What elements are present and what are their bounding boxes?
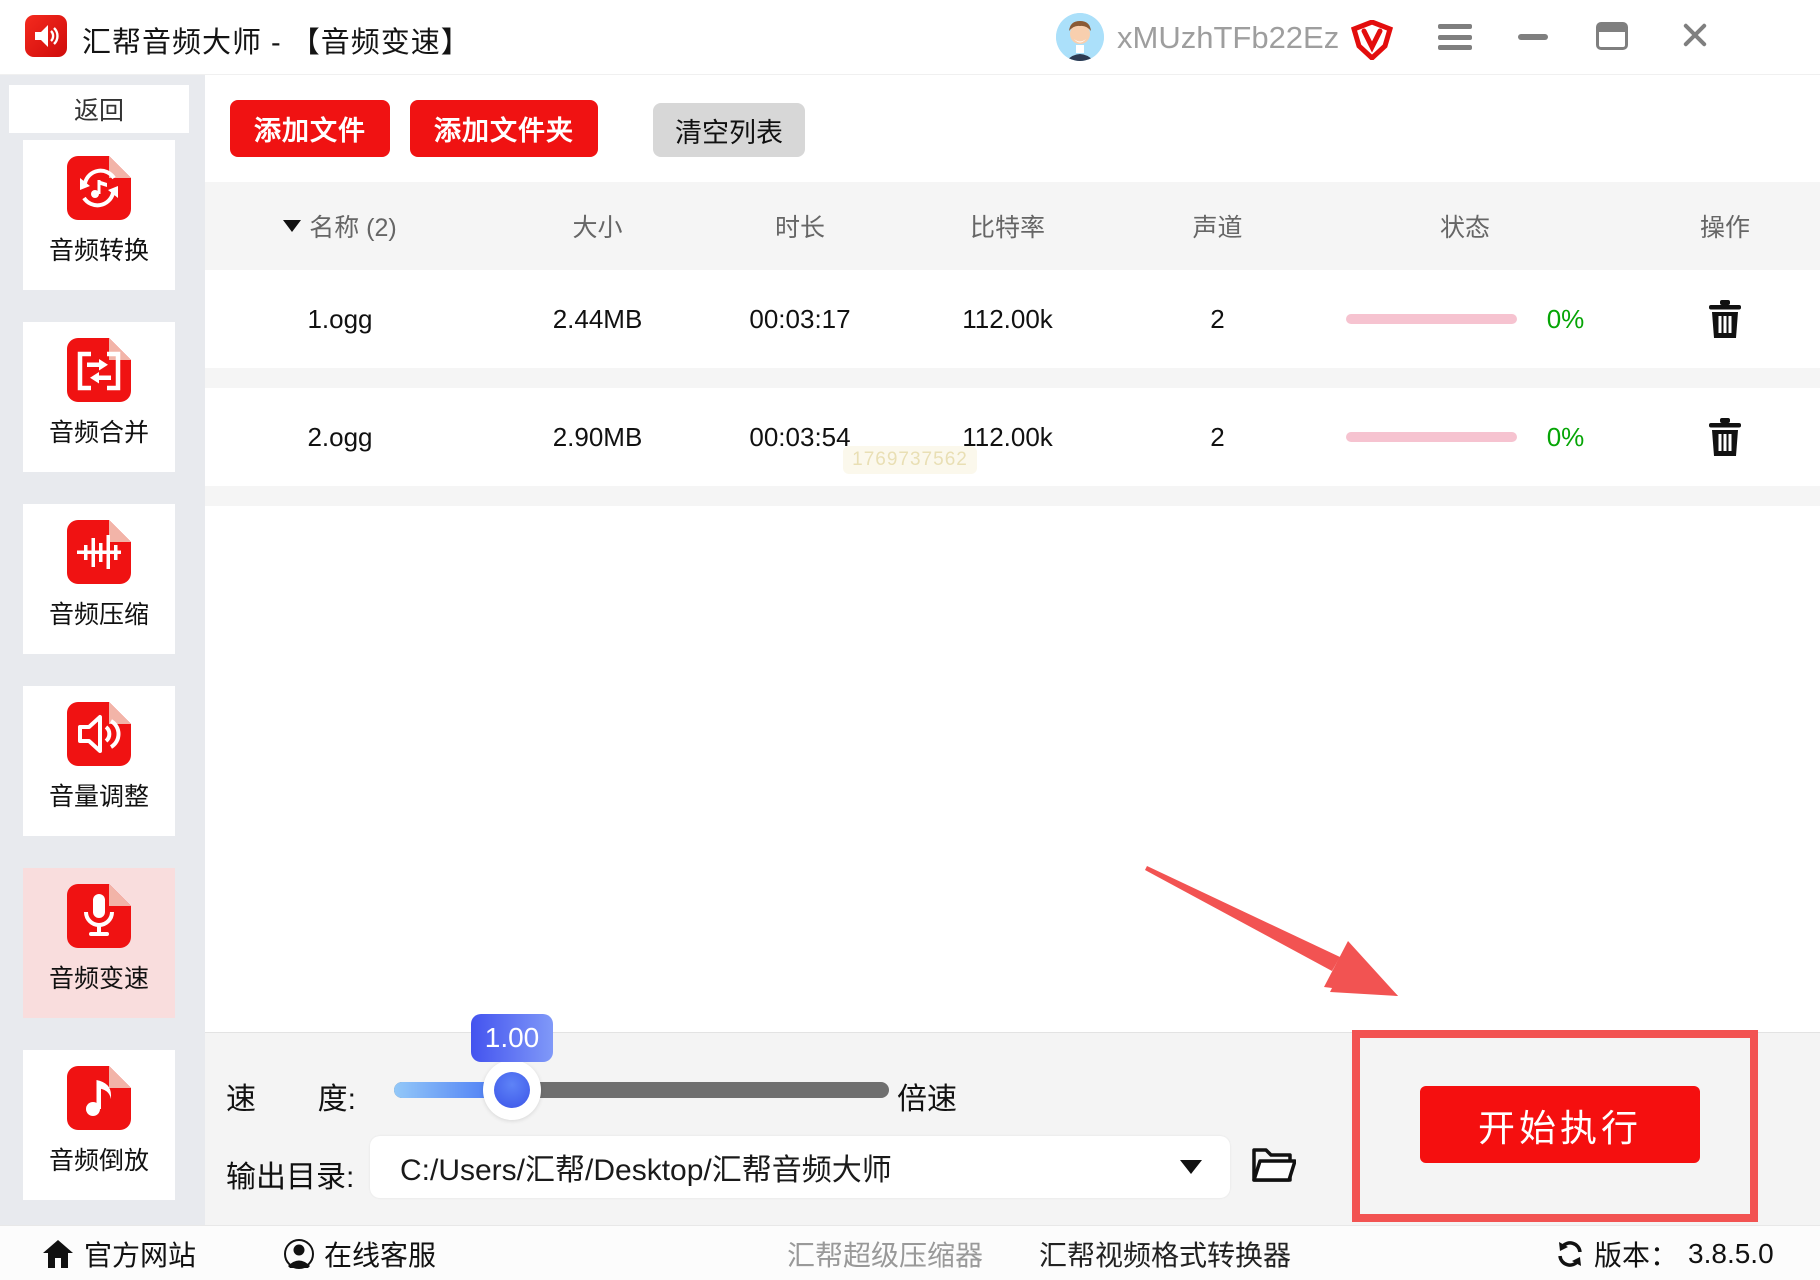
file-status: 0% — [1300, 304, 1630, 335]
output-dir-value: C:/Users/汇帮/Desktop/汇帮音频大师 — [400, 1154, 892, 1187]
audio-convert-icon — [67, 156, 131, 220]
refresh-icon — [1558, 1240, 1582, 1267]
sidebar-item-volume-adjust[interactable]: 音量调整 — [23, 686, 175, 836]
header-channels: 声道 — [1192, 214, 1243, 242]
sidebar-item-label: 音频合并 — [48, 419, 149, 447]
audio-compress-icon — [67, 520, 131, 584]
output-dir-label: 输出目录: — [226, 1161, 355, 1194]
back-button[interactable]: 返回 — [9, 85, 189, 133]
volume-adjust-icon — [67, 702, 131, 766]
header-duration: 时长 — [774, 214, 825, 242]
sort-caret-icon — [283, 220, 302, 232]
user-avatar[interactable] — [1056, 13, 1104, 61]
window-title: 汇帮音频大师 - 【音频变速】 — [82, 27, 471, 59]
file-list: 1.ogg 2.44MB 00:03:17 112.00k 2 0% 2.ogg… — [205, 270, 1820, 1032]
file-size: 2.44MB — [552, 303, 643, 334]
header-size: 大小 — [572, 214, 623, 242]
video-converter-link[interactable]: 汇帮视频格式转换器 — [1039, 1226, 1291, 1280]
add-file-button[interactable]: 添加文件 — [230, 100, 390, 157]
minimize-icon[interactable] — [1518, 34, 1548, 40]
clear-list-button[interactable]: 清空列表 — [653, 103, 805, 157]
version-number: 3.8.5.0 — [1688, 1237, 1774, 1269]
sidebar-item-audio-merge[interactable]: 音频合并 — [23, 322, 175, 472]
add-folder-button[interactable]: 添加文件夹 — [410, 100, 598, 157]
home-icon — [43, 1239, 73, 1268]
sidebar-item-label: 音量调整 — [48, 783, 149, 811]
toolbar: 添加文件 添加文件夹 清空列表 — [205, 75, 1820, 182]
app-logo-icon — [25, 15, 67, 57]
row-separator — [205, 368, 1820, 388]
table-header: 名称 (2) 大小 时长 比特率 声道 状态 操作 — [205, 182, 1820, 270]
speed-value-tooltip: 1.00 — [471, 1014, 553, 1062]
compressor-link[interactable]: 汇帮超级压缩器 — [787, 1226, 983, 1280]
menu-icon[interactable] — [1438, 24, 1472, 50]
row-separator — [205, 486, 1820, 506]
sidebar-item-audio-convert[interactable]: 音频转换 — [23, 140, 175, 290]
speed-slider-track[interactable] — [394, 1082, 889, 1098]
file-duration: 00:03:17 — [749, 303, 851, 334]
sidebar: 返回 音频转换 音频合并 音频压缩 音量调整 音频变速 音频倒放 — [0, 75, 205, 1225]
sidebar-item-label: 音频转换 — [48, 237, 149, 265]
output-dir-select[interactable]: C:/Users/汇帮/Desktop/汇帮音频大师 — [370, 1136, 1230, 1198]
footer-bar: 官方网站 在线客服 汇帮超级压缩器 汇帮视频格式转换器 版本： 3.8.5.0 — [0, 1225, 1820, 1280]
audio-speed-icon — [67, 884, 131, 948]
speed-unit-label: 倍速 — [897, 1083, 957, 1116]
progress-bar — [1345, 314, 1517, 324]
maximize-icon[interactable] — [1596, 22, 1628, 50]
watermark-text: 1769737562 — [843, 446, 977, 474]
file-channels: 2 — [1210, 303, 1225, 334]
table-row[interactable]: 2.ogg 2.90MB 00:03:54 112.00k 2 0% — [205, 388, 1820, 486]
trash-icon — [1709, 300, 1741, 338]
username-text: xMUzhTFb22Ez — [1117, 20, 1340, 55]
title-bar: 汇帮音频大师 - 【音频变速】 xMUzhTFb22Ez — [0, 0, 1820, 75]
version-info[interactable]: 版本： 3.8.5.0 — [1556, 1226, 1774, 1280]
file-name: 1.ogg — [307, 303, 373, 334]
progress-percent: 0% — [1546, 421, 1585, 452]
folder-icon — [1252, 1148, 1297, 1182]
start-execute-button[interactable]: 开始执行 — [1420, 1086, 1700, 1163]
header-status: 状态 — [1439, 214, 1490, 242]
close-icon[interactable] — [1678, 18, 1712, 52]
delete-file-button[interactable] — [1708, 300, 1742, 338]
progress-percent: 0% — [1546, 303, 1585, 334]
sidebar-item-label: 音频倒放 — [48, 1147, 149, 1175]
sidebar-item-audio-reverse[interactable]: 音频倒放 — [23, 1050, 175, 1200]
file-channels: 2 — [1210, 421, 1225, 452]
header-action: 操作 — [1699, 214, 1750, 242]
sidebar-item-label: 音频变速 — [48, 965, 149, 993]
sidebar-item-audio-speed[interactable]: 音频变速 — [23, 868, 175, 1018]
audio-merge-icon — [67, 338, 131, 402]
file-name: 2.ogg — [307, 421, 373, 452]
sidebar-item-label: 音频压缩 — [48, 601, 149, 629]
speed-label: 速度: — [226, 1083, 356, 1116]
sidebar-item-audio-compress[interactable]: 音频压缩 — [23, 504, 175, 654]
header-bitrate: 比特率 — [969, 214, 1045, 242]
file-status: 0% — [1300, 422, 1630, 453]
header-name[interactable]: 名称 (2) — [205, 208, 475, 244]
official-site-link[interactable]: 官方网站 — [42, 1226, 196, 1280]
vip-badge-icon[interactable] — [1350, 19, 1394, 62]
online-support-link[interactable]: 在线客服 — [284, 1226, 436, 1280]
progress-bar — [1345, 432, 1517, 442]
browse-folder-button[interactable] — [1250, 1142, 1297, 1188]
support-person-icon — [284, 1238, 314, 1269]
app-window: 汇帮音频大师 - 【音频变速】 xMUzhTFb22Ez 返回 音频转换 音频合… — [0, 0, 1820, 1280]
delete-file-button[interactable] — [1708, 418, 1742, 456]
chevron-down-icon — [1180, 1160, 1202, 1174]
speed-slider-thumb[interactable] — [483, 1060, 541, 1120]
audio-reverse-icon — [67, 1066, 131, 1130]
table-row[interactable]: 1.ogg 2.44MB 00:03:17 112.00k 2 0% — [205, 270, 1820, 368]
file-size: 2.90MB — [552, 421, 643, 452]
file-bitrate: 112.00k — [962, 303, 1053, 334]
trash-icon — [1709, 418, 1741, 456]
